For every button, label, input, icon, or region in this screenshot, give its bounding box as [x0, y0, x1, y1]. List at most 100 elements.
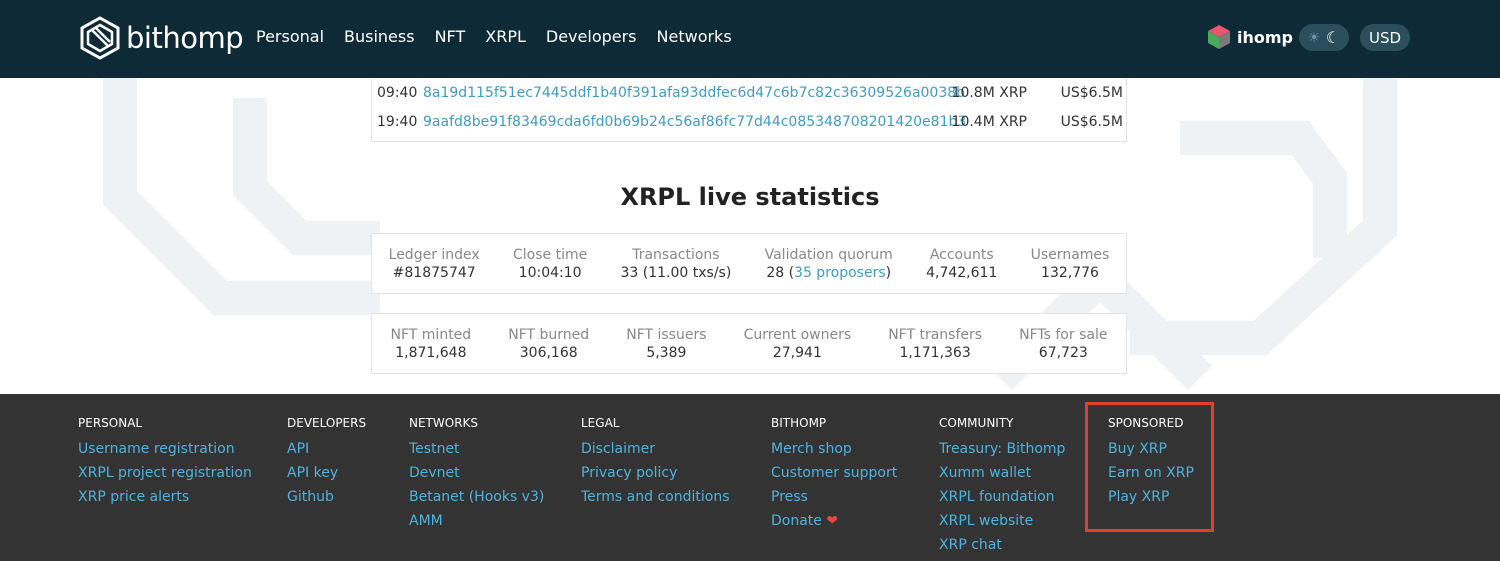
- footer-link-merch-shop[interactable]: Merch shop: [771, 437, 897, 461]
- stat-ledger-index: Ledger index #81875747: [389, 247, 480, 281]
- footer-link-press[interactable]: Press: [771, 485, 897, 509]
- footer-link-api[interactable]: API: [287, 437, 366, 461]
- stat-label: Transactions: [632, 246, 720, 263]
- bithomp-logo[interactable]: bithomp: [78, 16, 244, 60]
- theme-toggle[interactable]: ☀ ☾: [1299, 24, 1349, 51]
- quorum-suffix: ): [885, 264, 892, 281]
- stat-close-time: Close time 10:04:10: [513, 247, 587, 281]
- footer-link-amm[interactable]: AMM: [409, 509, 544, 533]
- proposers-link[interactable]: 35 proposers: [794, 265, 886, 281]
- user-account[interactable]: ihomp: [1207, 24, 1293, 50]
- stat-value: 132,776: [1041, 264, 1099, 281]
- main-nav: Personal Business NFT XRPL Developers Ne…: [256, 27, 732, 46]
- nav-developers[interactable]: Developers: [546, 27, 637, 46]
- stat-value: 306,168: [519, 344, 578, 361]
- table-row: 19:40 9aafd8be91f83469cda6fd0b69b24c56af…: [372, 114, 1128, 134]
- stat-value: 28 (35 proposers): [765, 265, 893, 281]
- stat-label: Accounts: [929, 246, 994, 263]
- footer-link-disclaimer[interactable]: Disclaimer: [581, 437, 730, 461]
- footer-link-privacy-policy[interactable]: Privacy policy: [581, 461, 730, 485]
- stat-nft-transfers: NFT transfers 1,171,363: [888, 327, 982, 361]
- footer-link-xrpl-foundation[interactable]: XRPL foundation: [939, 485, 1065, 509]
- tx-amount: 10.8M XRP: [951, 85, 1027, 101]
- footer-heading: DEVELOPERS: [287, 416, 367, 430]
- tx-time: 19:40: [377, 114, 418, 130]
- sun-icon: ☀: [1307, 29, 1321, 46]
- ledger-stats: Ledger index #81875747 Close time 10:04:…: [371, 233, 1127, 294]
- footer-heading: COMMUNITY: [939, 416, 1014, 430]
- nav-nft[interactable]: NFT: [435, 27, 466, 46]
- footer-link-github[interactable]: Github: [287, 485, 366, 509]
- stat-usernames: Usernames 132,776: [1031, 247, 1110, 281]
- footer-heading: BITHOMP: [771, 416, 827, 430]
- footer-col-developers: DEVELOPERS API API key Github: [287, 416, 366, 509]
- footer-link-donate[interactable]: Donate ❤: [771, 509, 897, 533]
- footer-heading: NETWORKS: [409, 416, 479, 430]
- footer-col-legal: LEGAL Disclaimer Privacy policy Terms an…: [581, 416, 730, 509]
- footer-link-xrpl-website[interactable]: XRPL website: [939, 509, 1065, 533]
- stat-label: Ledger index: [388, 246, 480, 263]
- footer-link-terms[interactable]: Terms and conditions: [581, 485, 730, 509]
- currency-selector[interactable]: USD: [1360, 24, 1410, 51]
- logo-text: bithomp: [126, 21, 244, 55]
- footer-link-project-registration[interactable]: XRPL project registration: [78, 461, 252, 485]
- footer-link-price-alerts[interactable]: XRP price alerts: [78, 485, 252, 509]
- footer-link-betanet[interactable]: Betanet (Hooks v3): [409, 485, 544, 509]
- heart-icon: ❤: [826, 513, 839, 529]
- nav-xrpl[interactable]: XRPL: [485, 27, 526, 46]
- user-name: ihomp: [1237, 27, 1293, 47]
- footer-link-username-registration[interactable]: Username registration: [78, 437, 252, 461]
- stat-value: 1,171,363: [899, 344, 971, 361]
- stat-transactions: Transactions 33 (11.00 txs/s): [621, 247, 732, 281]
- stat-nfts-for-sale: NFTs for sale 67,723: [1019, 327, 1107, 361]
- quorum-prefix: 28 (: [766, 264, 795, 281]
- stat-label: Close time: [513, 246, 588, 263]
- stat-value: 1,871,648: [395, 344, 467, 361]
- footer-link-xrp-chat[interactable]: XRP chat: [939, 533, 1065, 557]
- site-footer: PERSONAL Username registration XRPL proj…: [0, 394, 1500, 561]
- bithomp-logo-icon: [80, 16, 120, 60]
- stat-value: 10:04:10: [518, 264, 582, 281]
- stats-title: XRPL live statistics: [620, 183, 880, 211]
- footer-col-bithomp: BITHOMP Merch shop Customer support Pres…: [771, 416, 897, 533]
- nav-networks[interactable]: Networks: [657, 27, 732, 46]
- stat-value: 33 (11.00 txs/s): [620, 264, 732, 281]
- footer-col-personal: PERSONAL Username registration XRPL proj…: [78, 416, 252, 509]
- tx-amount: 10.4M XRP: [951, 114, 1027, 130]
- stat-nft-issuers: NFT issuers 5,389: [626, 327, 706, 361]
- nav-business[interactable]: Business: [344, 27, 415, 46]
- tx-hash-link[interactable]: 9aafd8be91f83469cda6fd0b69b24c56af86fc77…: [423, 114, 966, 130]
- donate-label: Donate: [771, 513, 822, 529]
- nav-personal[interactable]: Personal: [256, 27, 324, 46]
- moon-icon: ☾: [1325, 28, 1341, 47]
- tx-usd: US$6.5M: [1060, 85, 1123, 101]
- stat-label: Usernames: [1030, 246, 1110, 263]
- stat-label: NFT issuers: [626, 326, 707, 343]
- stat-value: 27,941: [772, 344, 822, 361]
- stat-label: NFT transfers: [888, 326, 983, 343]
- footer-heading: LEGAL: [581, 416, 620, 430]
- stat-label: NFTs for sale: [1019, 326, 1108, 343]
- stat-label: Current owners: [743, 326, 852, 343]
- footer-col-community: COMMUNITY Treasury: Bithomp Xumm wallet …: [939, 416, 1065, 557]
- ledger-index-link[interactable]: #81875747: [389, 265, 480, 281]
- footer-link-customer-support[interactable]: Customer support: [771, 461, 897, 485]
- tx-time: 09:40: [377, 85, 418, 101]
- stat-nft-burned: NFT burned 306,168: [508, 327, 589, 361]
- footer-heading: PERSONAL: [78, 416, 143, 430]
- stat-validation-quorum: Validation quorum 28 (35 proposers): [765, 247, 893, 281]
- stat-value: 67,723: [1038, 344, 1088, 361]
- footer-link-devnet[interactable]: Devnet: [409, 461, 544, 485]
- footer-link-treasury[interactable]: Treasury: Bithomp: [939, 437, 1065, 461]
- user-avatar-icon: [1208, 25, 1230, 49]
- stat-label: NFT minted: [390, 326, 472, 343]
- nft-issuers-link[interactable]: 5,389: [626, 345, 706, 361]
- table-row: 09:40 8a19d115f51ec7445ddf1b40f391afa93d…: [372, 85, 1128, 105]
- tx-usd: US$6.5M: [1060, 114, 1123, 130]
- stat-value: 4,742,611: [926, 264, 998, 281]
- tx-hash-link[interactable]: 8a19d115f51ec7445ddf1b40f391afa93ddfec6d…: [423, 85, 965, 101]
- footer-link-api-key[interactable]: API key: [287, 461, 366, 485]
- stat-accounts: Accounts 4,742,611: [926, 247, 997, 281]
- footer-link-xumm-wallet[interactable]: Xumm wallet: [939, 461, 1065, 485]
- footer-link-testnet[interactable]: Testnet: [409, 437, 544, 461]
